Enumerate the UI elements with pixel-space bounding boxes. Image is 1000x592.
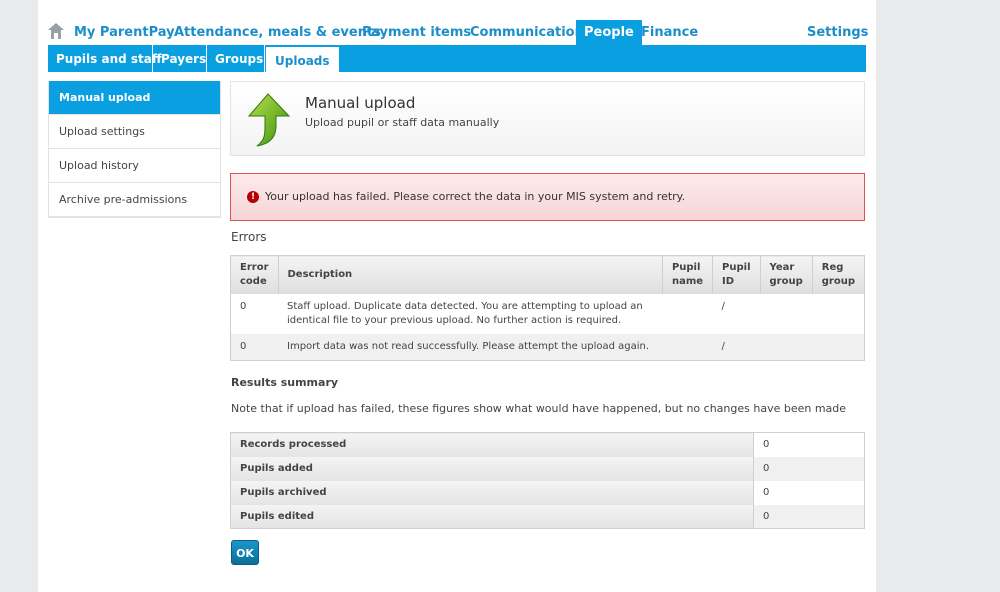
- errors-table: Error code Description Pupil name Pupil ID …: [230, 255, 865, 361]
- cell-reg-group: [812, 333, 865, 360]
- results-row: Pupils archived 0: [230, 480, 865, 505]
- nav-settings[interactable]: Settings: [807, 20, 868, 45]
- page-header: Manual upload Upload pupil or staff data…: [230, 81, 865, 156]
- side-menu-upload-history[interactable]: Upload history: [49, 149, 220, 183]
- nav-finance[interactable]: Finance: [641, 20, 698, 45]
- col-reg-group: Reg group: [811, 255, 865, 294]
- col-description: Description: [277, 255, 663, 294]
- nav-people[interactable]: People: [576, 20, 642, 45]
- sub-nav: Pupils and staff Payers Groups Uploads: [48, 45, 866, 72]
- results-label: Pupils edited: [230, 504, 754, 529]
- tab-divider: [264, 45, 265, 72]
- table-row: 0 Import data was not read successfully.…: [230, 333, 865, 360]
- home-icon[interactable]: [48, 23, 64, 39]
- col-year-group: Year group: [759, 255, 813, 294]
- tab-uploads[interactable]: Uploads: [266, 47, 339, 72]
- cell-reg-group: [812, 293, 865, 334]
- results-row: Pupils added 0: [230, 456, 865, 481]
- top-nav: My ParentPay Attendance, meals & events …: [48, 20, 868, 45]
- results-label: Pupils added: [230, 456, 754, 481]
- results-row: Pupils edited 0: [230, 504, 865, 529]
- side-menu-upload-settings[interactable]: Upload settings: [49, 115, 220, 149]
- cell-pupil-id: /: [712, 293, 760, 334]
- results-table: Records processed 0 Pupils added 0 Pupil…: [230, 432, 865, 529]
- side-menu-archive-pre-admissions[interactable]: Archive pre-admissions: [49, 183, 220, 217]
- cell-description: Import data was not read successfully. P…: [278, 333, 663, 360]
- results-note: Note that if upload has failed, these fi…: [231, 402, 847, 415]
- results-value: 0: [753, 504, 865, 529]
- page-title: Manual upload: [305, 94, 416, 112]
- upload-arrow-icon: [247, 93, 291, 147]
- errors-heading: Errors: [231, 230, 267, 244]
- error-message: Your upload has failed. Please correct t…: [265, 190, 686, 203]
- nav-communication[interactable]: Communication: [470, 20, 584, 45]
- cell-error-code: 0: [230, 293, 278, 334]
- results-summary-heading: Results summary: [231, 376, 339, 389]
- error-alert: ! Your upload has failed. Please correct…: [230, 173, 865, 221]
- results-label: Pupils archived: [230, 480, 754, 505]
- page-subtitle: Upload pupil or staff data manually: [305, 116, 500, 129]
- side-menu-manual-upload[interactable]: Manual upload: [49, 81, 220, 115]
- side-menu: Manual upload Upload settings Upload his…: [48, 81, 221, 218]
- results-value: 0: [753, 456, 865, 481]
- results-row: Records processed 0: [230, 432, 865, 457]
- cell-pupil-id: /: [712, 333, 760, 360]
- results-value: 0: [763, 439, 770, 451]
- ok-button[interactable]: OK: [231, 540, 259, 565]
- nav-attendance-meals-events[interactable]: Attendance, meals & events: [174, 20, 381, 45]
- col-pupil-name: Pupil name: [661, 255, 713, 294]
- cell-description: Staff upload. Duplicate data detected. Y…: [278, 293, 663, 334]
- cell-year-group: [760, 293, 813, 334]
- tab-groups[interactable]: Groups: [207, 46, 271, 72]
- cell-pupil-name: [662, 293, 713, 334]
- results-label: Records processed: [230, 432, 754, 457]
- results-value: 0: [763, 487, 770, 498]
- error-icon: !: [247, 191, 259, 203]
- nav-payment-items[interactable]: Payment items: [362, 20, 471, 45]
- cell-error-code: 0: [230, 333, 278, 360]
- cell-year-group: [760, 333, 813, 360]
- cell-pupil-name: [662, 333, 713, 360]
- table-row: 0 Staff upload. Duplicate data detected.…: [230, 293, 865, 334]
- nav-my-parentpay[interactable]: My ParentPay: [74, 20, 175, 45]
- col-pupil-id: Pupil ID: [712, 255, 760, 294]
- col-error-code: Error code: [230, 255, 278, 294]
